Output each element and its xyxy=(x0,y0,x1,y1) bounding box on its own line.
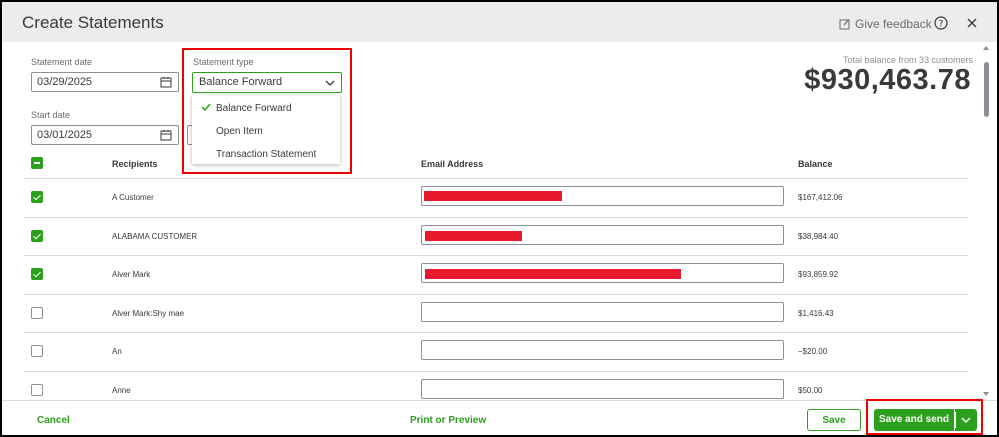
row-checkbox[interactable] xyxy=(31,345,43,357)
recipient-name: Alver Mark xyxy=(112,270,151,279)
statement-date-field[interactable]: 03/29/2025 xyxy=(31,72,179,92)
create-statements-dialog: Create Statements Give feedback ? Statem… xyxy=(0,0,999,437)
highlight-box-statement-type xyxy=(182,48,352,174)
svg-text:?: ? xyxy=(939,20,944,30)
row-balance: $167,412.06 xyxy=(798,193,843,202)
row-checkbox[interactable] xyxy=(31,306,43,319)
row-balance: $93,859.92 xyxy=(798,270,839,279)
start-date-value: 03/01/2025 xyxy=(37,129,93,141)
row-checkbox[interactable] xyxy=(31,229,43,242)
email-field[interactable] xyxy=(421,263,784,283)
dialog-header: Create Statements Give feedback ? xyxy=(2,2,997,42)
print-preview-button[interactable]: Print or Preview xyxy=(410,415,486,426)
redaction-bar xyxy=(425,269,681,279)
email-field[interactable] xyxy=(421,186,784,206)
dialog-title: Create Statements xyxy=(22,13,164,32)
recipient-name: ALABAMA CUSTOMER xyxy=(112,231,198,241)
row-balance: $50.00 xyxy=(798,385,823,395)
close-icon[interactable] xyxy=(965,16,979,30)
recipients-table: A Customer $167,412.06 ALABAMA CUSTOMER … xyxy=(24,178,968,409)
row-balance: $38,984.40 xyxy=(798,231,839,241)
save-button[interactable]: Save xyxy=(807,409,861,431)
email-field[interactable] xyxy=(421,301,784,322)
statement-date-value: 03/29/2025 xyxy=(37,76,93,88)
start-date-field[interactable]: 03/01/2025 xyxy=(31,125,179,145)
recipient-name: Anne xyxy=(112,385,131,395)
statement-date-label: Statement date xyxy=(31,57,93,67)
table-row: ALABAMA CUSTOMER $38,984.40 xyxy=(24,216,968,256)
table-row: A Customer $167,412.06 xyxy=(24,178,968,217)
total-balance-amount: $930,463.78 xyxy=(804,64,971,96)
cancel-button[interactable]: Cancel xyxy=(37,415,70,426)
redaction-bar xyxy=(424,191,562,201)
row-checkbox[interactable] xyxy=(31,191,43,203)
row-checkbox[interactable] xyxy=(31,268,43,280)
row-balance: $1,416.43 xyxy=(798,308,834,318)
email-field[interactable] xyxy=(421,378,784,399)
column-header-email: Email Address xyxy=(421,159,484,169)
recipient-name: An xyxy=(112,347,122,356)
table-row: Alver Mark:Shy mae $1,416.43 xyxy=(24,293,968,333)
redaction-bar xyxy=(425,230,522,241)
dialog-footer: Cancel Print or Preview Save Save and se… xyxy=(2,400,997,435)
calendar-icon[interactable] xyxy=(160,76,172,88)
scrollbar-thumb[interactable] xyxy=(984,62,989,117)
email-field[interactable] xyxy=(421,340,784,360)
select-all-checkbox[interactable] xyxy=(31,157,43,169)
calendar-icon[interactable] xyxy=(160,129,172,141)
give-feedback-label: Give feedback xyxy=(855,17,932,31)
column-header-recipients: Recipients xyxy=(112,159,158,169)
help-icon[interactable]: ? xyxy=(934,16,948,30)
row-checkbox[interactable] xyxy=(31,383,43,396)
table-row: An −$20.00 xyxy=(24,332,968,371)
column-header-balance: Balance xyxy=(798,159,833,169)
row-balance: −$20.00 xyxy=(798,347,828,356)
table-row: Alver Mark $93,859.92 xyxy=(24,255,968,294)
recipient-name: A Customer xyxy=(112,193,154,202)
give-feedback-link[interactable]: Give feedback xyxy=(839,17,932,31)
email-field[interactable] xyxy=(421,224,784,245)
recipient-name: Alver Mark:Shy mae xyxy=(112,308,185,318)
start-date-label: Start date xyxy=(31,110,71,120)
highlight-box-save-send xyxy=(866,399,983,435)
feedback-icon xyxy=(839,19,850,30)
